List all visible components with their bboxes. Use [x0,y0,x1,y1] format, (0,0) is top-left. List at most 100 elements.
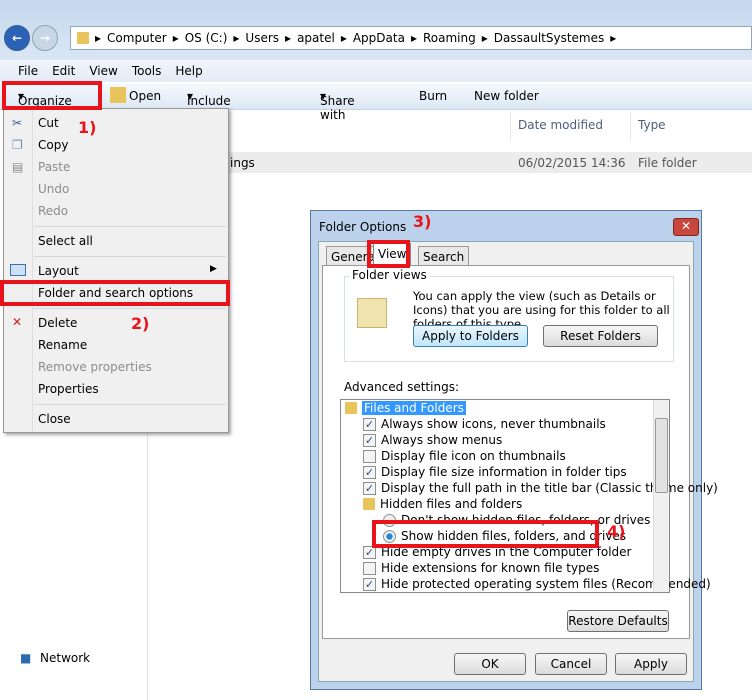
crumb[interactable]: Users [245,31,279,45]
crumb[interactable]: apatel [297,31,335,45]
checkbox[interactable] [363,561,376,575]
checkbox[interactable]: ✓ [363,417,376,431]
menu-rename[interactable]: Rename [38,338,87,352]
folder-icon [77,32,89,44]
delete-icon: ✕ [12,315,23,329]
menu-cut[interactable]: Cut [38,116,59,130]
menu-paste[interactable]: Paste [38,160,70,174]
row-type: File folder [638,156,697,170]
menu-close[interactable]: Close [38,412,71,426]
menu-help[interactable]: Help [175,64,202,78]
highlight-box [372,520,599,548]
tree-item-label: Files and Folders [362,401,466,415]
tree-item[interactable]: ✓ Always show icons, never thumbnails [363,417,606,431]
tree-item-label: Display file size information in folder … [381,465,627,479]
column-type[interactable]: Type [638,118,666,132]
address-bar[interactable]: ▸ Computer ▸ OS (C:) ▸ Users ▸ apatel ▸ AppDa… [70,26,752,50]
back-button[interactable]: ← [4,25,30,51]
tree-item[interactable]: Hidden files and folders [363,497,522,511]
crumb[interactable]: OS (C:) [185,31,228,45]
tree-item[interactable]: ✓ Always show menus [363,433,502,447]
menu-file[interactable]: File [18,64,38,78]
file-row[interactable]: ings 06/02/2015 14:36 File folder [150,152,752,173]
network-icon: ■ [20,651,32,665]
sep-icon: ▸ [410,31,417,45]
cancel-button[interactable]: Cancel [535,653,607,675]
menu-properties[interactable]: Properties [38,382,99,396]
tree-item[interactable]: Hide extensions for known file types [363,561,599,575]
nav-network[interactable]: Network [40,651,90,665]
crumb[interactable]: Computer [107,31,167,45]
checkbox[interactable]: ✓ [363,481,376,495]
restore-defaults-button[interactable]: Restore Defaults [567,610,669,632]
crumb[interactable]: ▸ [95,31,101,45]
close-button[interactable]: ✕ [673,218,699,236]
menu-copy[interactable]: Copy [38,138,68,152]
folder-options-dialog: Folder Options ✕ Folder views You can ap… [310,210,718,690]
menu-layout[interactable]: Layout [38,264,79,278]
open-icon [110,87,126,103]
sep-icon: ▸ [285,31,292,45]
share-with-button[interactable]: Share with ▾ [320,89,355,122]
paste-icon: ▤ [12,160,24,174]
tree-item[interactable]: ✓ Display file size information in folder… [363,465,627,479]
organize-menu: ✂ Cut ❐ Copy ▤ Paste Undo Redo Select al… [3,108,229,433]
copy-icon: ❐ [12,138,23,152]
dialog-title: Folder Options [319,220,407,234]
sep-icon: ▸ [233,31,240,45]
tab-search[interactable]: Search [418,246,470,265]
tree-item-label: Hidden files and folders [380,497,523,511]
tree-item[interactable]: Display file icon on thumbnails [363,449,566,463]
menu-edit[interactable]: Edit [52,64,75,78]
sep-icon: ▸ [340,31,347,45]
cut-icon: ✂ [12,116,23,130]
checkbox[interactable]: ✓ [363,433,376,447]
highlight-box [2,81,102,110]
menu-bar: File Edit View Tools Help [0,60,752,82]
menu-tools[interactable]: Tools [132,64,162,78]
submenu-arrow-icon: ▶ [210,264,217,274]
reset-folders-button[interactable]: Reset Folders [543,325,658,347]
folder-views-icon [357,298,387,328]
scrollbar[interactable] [653,400,669,592]
sep-icon: ▸ [481,31,488,45]
row-name: ings [230,156,255,170]
menu-redo[interactable]: Redo [38,204,68,218]
tree-item-label: Hide extensions for known file types [381,561,600,575]
annotation: 1) [78,118,97,137]
menu-remove-properties[interactable]: Remove properties [38,360,152,374]
apply-to-folders-button[interactable]: Apply to Folders [413,325,528,347]
folder-icon[interactable] [363,498,375,510]
crumb[interactable]: DassaultSystemes [494,31,604,45]
scrollbar-thumb[interactable] [655,418,668,493]
menu-view[interactable]: View [89,64,117,78]
menu-undo[interactable]: Undo [38,182,69,196]
sep-icon: ▸ [172,31,179,45]
tree-item[interactable]: Files and Folders [345,401,466,415]
tree-item-label: Always show menus [381,433,503,447]
forward-button[interactable]: → [32,25,58,51]
advanced-settings-label: Advanced settings: [344,380,459,394]
highlight-box [367,240,410,268]
row-date: 06/02/2015 14:36 [518,156,626,170]
crumb[interactable]: Roaming [423,31,476,45]
folder-views-label: Folder views [350,268,429,282]
tree-item-label: Display file icon on thumbnails [381,449,566,463]
menu-delete[interactable]: Delete [38,316,77,330]
crumb[interactable]: AppData [353,31,405,45]
checkbox[interactable]: ✓ [363,577,376,591]
checkbox[interactable] [363,449,376,463]
new-folder-button[interactable]: New folder [474,89,539,103]
folder-icon[interactable] [345,402,357,414]
advanced-settings-tree: Files and Folders ✓ Always show icons, nev… [340,399,718,593]
checkbox[interactable]: ✓ [363,465,376,479]
burn-button[interactable]: Burn [419,89,447,103]
include-library-button[interactable]: Include in library ▾ [187,89,231,136]
open-button[interactable]: Open [129,89,161,103]
apply-button[interactable]: Apply [615,653,687,675]
layout-icon [10,264,26,276]
ok-button[interactable]: OK [454,653,526,675]
column-date[interactable]: Date modified [518,118,603,132]
menu-select-all[interactable]: Select all [38,234,93,248]
tree-item-label: Always show icons, never thumbnails [381,417,606,431]
